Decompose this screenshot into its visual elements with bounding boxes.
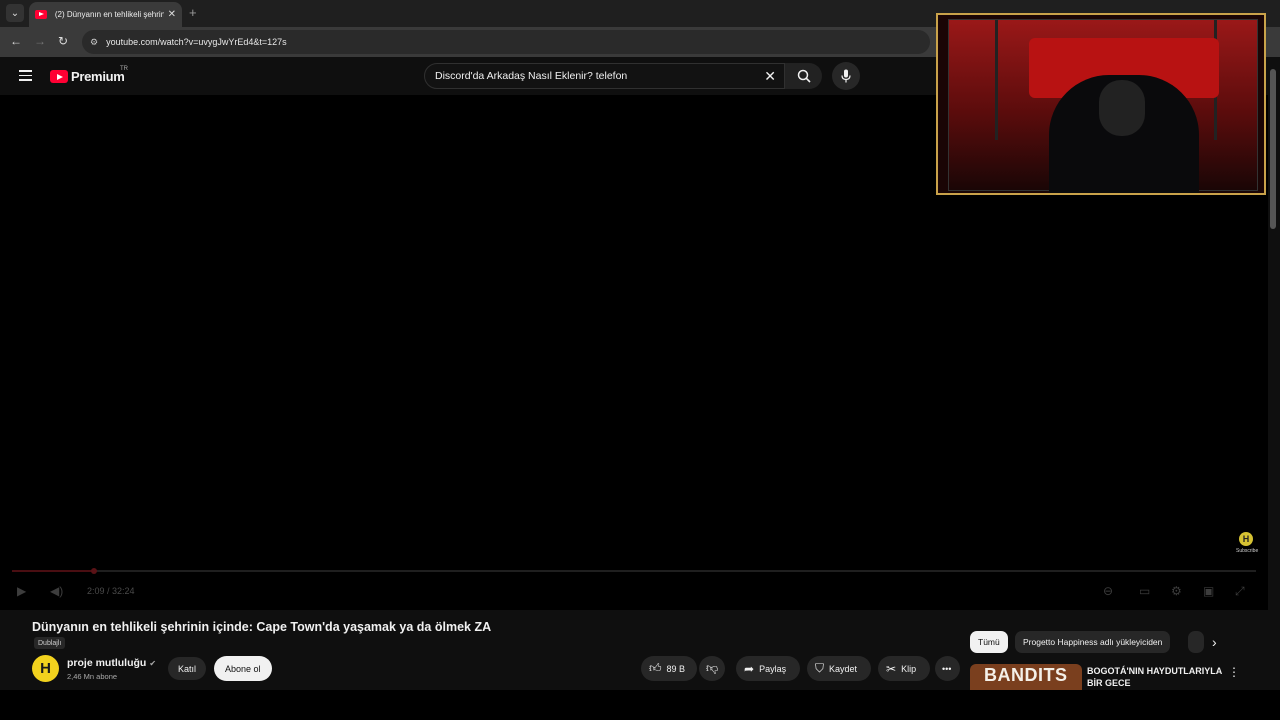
address-bar[interactable]: ⚙ youtube.com/watch?v=uvygJwYrEd4&t=127s — [82, 30, 930, 54]
chip-from-uploader[interactable]: Progetto Happiness adlı yükleyiciden — [1015, 631, 1171, 653]
fullscreen-icon[interactable]: ⤢ — [1235, 584, 1245, 599]
recommendation-title[interactable]: BOGOTÁ'NIN HAYDUTLARIYLA BİR GECE — [1087, 665, 1222, 689]
watermark-label: Subscribe — [1236, 548, 1259, 554]
screen: ⌄ (2) Dünyanın en tehlikeli şehrinin içi… — [0, 0, 1280, 720]
thumbnail-text: BANDITS — [984, 665, 1068, 685]
channel-name-row[interactable]: proje mutluluğu ✔ — [67, 657, 156, 669]
microphone-icon — [841, 69, 851, 83]
channel-avatar[interactable]: H — [32, 655, 59, 682]
like-count: 89 B — [666, 663, 686, 674]
search-button[interactable] — [785, 63, 822, 89]
play-icon[interactable]: ▶ — [17, 584, 26, 598]
thumbs-up-icon: 👍︎ — [649, 661, 662, 675]
subscriber-count: 2,46 Mn abone — [67, 672, 118, 681]
webcam-overlay — [936, 13, 1266, 195]
share-icon: ➦ — [744, 661, 755, 676]
recommendation-thumbnail[interactable]: BANDITS — [970, 664, 1082, 690]
scrollbar-thumb[interactable] — [1270, 69, 1276, 229]
channel-name: proje mutluluğu — [67, 657, 147, 669]
more-vertical-icon[interactable]: ⋮ — [1228, 665, 1240, 679]
chip-overflow[interactable] — [1188, 631, 1204, 653]
tab-search-button[interactable]: ⌄ — [6, 4, 24, 22]
search-value: Discord'da Arkadaş Nasıl Eklenir? telefo… — [435, 70, 628, 82]
miniplayer-icon[interactable]: ▣ — [1203, 584, 1214, 598]
watermark-logo-icon: H — [1239, 532, 1253, 546]
bookmark-icon: ⛉ — [815, 661, 825, 675]
autoplay-toggle[interactable]: ⊖ — [1103, 584, 1113, 598]
progress-bar[interactable] — [12, 568, 1256, 574]
share-button[interactable]: ➦ Paylaş — [736, 656, 800, 681]
bottom-black-bar — [0, 690, 1280, 720]
browser-tab-active[interactable]: (2) Dünyanın en tehlikeli şehrinin içind… — [29, 2, 182, 27]
youtube-favicon-icon — [35, 10, 47, 19]
dub-badge-text: Dublajlı — [38, 639, 62, 647]
country-code: TR — [120, 66, 128, 72]
progress-bar-played — [12, 570, 94, 572]
settings-gear-icon[interactable]: ⚙ — [1171, 584, 1182, 598]
back-icon[interactable]: ← — [10, 34, 22, 48]
youtube-logo[interactable]: Premium TR — [50, 66, 128, 84]
share-label: Paylaş — [759, 663, 787, 674]
scissors-icon: ✂ — [886, 661, 897, 676]
more-actions-button[interactable]: ••• — [935, 656, 960, 681]
clip-label: Klip — [901, 663, 917, 674]
menu-icon[interactable] — [19, 70, 32, 81]
webcam-feed-image — [948, 19, 1258, 193]
captions-icon[interactable]: ▭ — [1139, 584, 1150, 598]
subscribe-button[interactable]: Abone ol — [214, 656, 272, 681]
tab-close-icon[interactable]: ✕ — [168, 9, 176, 20]
clip-button[interactable]: ✂ Klip — [878, 656, 930, 681]
volume-icon[interactable]: ◀) — [50, 584, 63, 598]
more-horizontal-icon: ••• — [942, 663, 952, 674]
like-button[interactable]: 👍︎ 89 B — [641, 656, 697, 681]
voice-search-button[interactable] — [832, 62, 860, 90]
save-label: Kaydet — [829, 663, 858, 674]
video-title: Dünyanın en tehlikeli şehrinin içinde: C… — [32, 620, 492, 634]
verified-icon: ✔ — [149, 659, 157, 668]
logo-text: Premium — [71, 69, 125, 84]
channel-watermark[interactable]: H Subscribe — [1236, 532, 1259, 554]
reload-icon[interactable]: ↻ — [58, 34, 68, 48]
thumbs-down-icon: 👎︎ — [706, 661, 719, 675]
chevron-right-icon[interactable]: › — [1212, 634, 1217, 650]
dislike-button[interactable]: 👎︎ — [699, 656, 725, 681]
search-input[interactable]: Discord'da Arkadaş Nasıl Eklenir? telefo… — [424, 63, 785, 89]
save-button[interactable]: ⛉ Kaydet — [807, 656, 871, 681]
forward-icon[interactable]: → — [34, 34, 46, 48]
clear-search-icon[interactable]: ✕ — [764, 68, 776, 85]
new-tab-icon[interactable]: + — [189, 5, 197, 20]
tab-title: (2) Dünyanın en tehlikeli şehrinin içind… — [54, 10, 164, 19]
url-text: youtube.com/watch?v=uvygJwYrEd4&t=127s — [106, 37, 287, 47]
search-icon — [797, 69, 811, 83]
youtube-play-logo-icon — [50, 70, 68, 83]
chip-all[interactable]: Tümü — [970, 631, 1008, 653]
join-button[interactable]: Katıl — [168, 657, 207, 680]
page-scrollbar[interactable] — [1268, 57, 1280, 690]
chevron-down-icon: ⌄ — [10, 7, 20, 19]
dubbed-badge: Dublajlı — [34, 637, 66, 649]
site-info-icon[interactable]: ⚙ — [90, 37, 98, 48]
time-display: 2:09 / 32:24 — [87, 586, 135, 596]
progress-scrubber[interactable] — [91, 568, 97, 574]
